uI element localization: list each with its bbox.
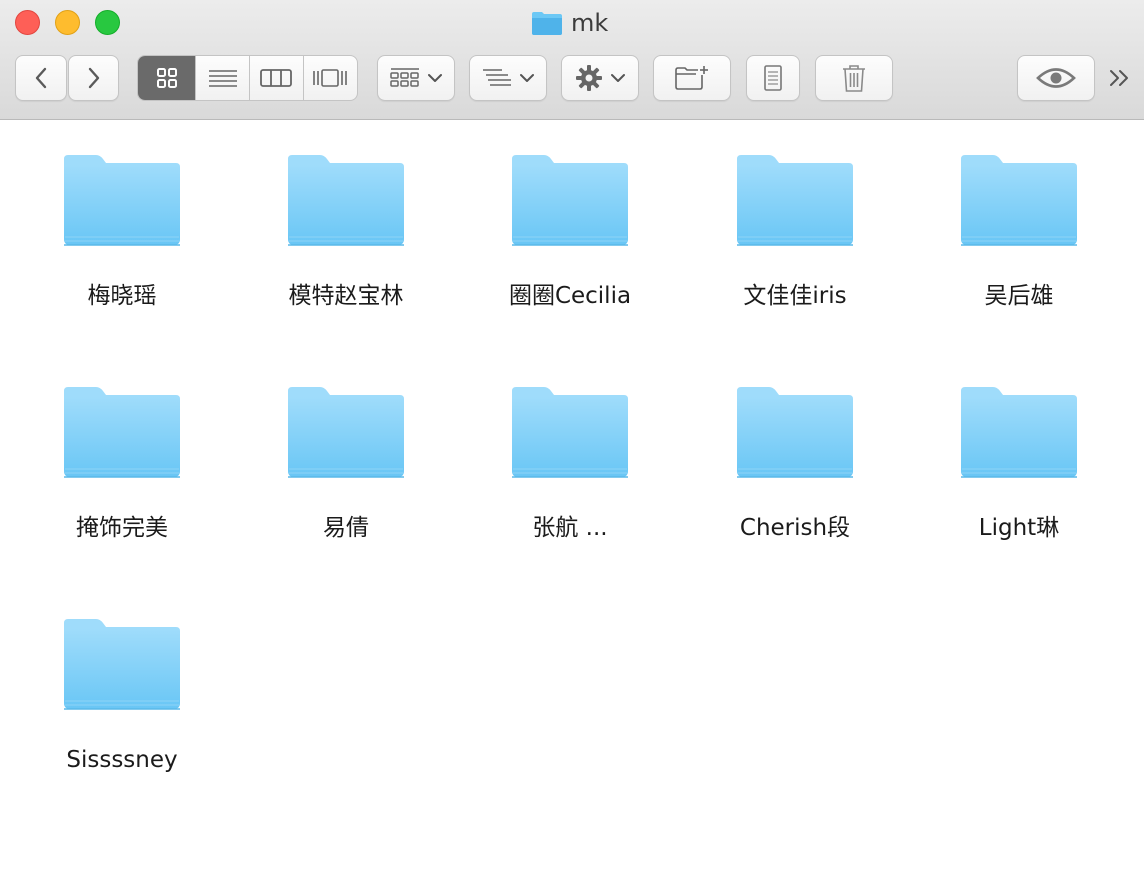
folder-item[interactable]: 掩饰完美 [10,353,234,553]
icon-view-button[interactable] [138,56,196,100]
sort-button[interactable] [469,55,547,101]
folder-label: 掩饰完美 [76,515,168,541]
document-icon [764,65,782,91]
folder-icon [288,387,404,478]
chevron-down-icon [520,74,534,82]
folder-item[interactable]: 模特赵宝林 [234,121,458,321]
cover-flow-icon [313,69,348,87]
columns-icon [260,69,293,87]
folder-item[interactable]: 易倩 [234,353,458,553]
column-view-button[interactable] [248,56,303,100]
folder-label: 梅晓瑶 [87,283,157,309]
view-mode-control [137,55,358,101]
folder-label: 易倩 [323,515,369,541]
folder-item[interactable]: 圈圈Cecilia [458,121,682,321]
folder-icon [737,155,853,246]
folder-icon-grid: 梅晓瑶 模特赵宝林 圈圈Cecilia 文佳佳iris 吴后雄掩饰完美 易倩 张航 ... C… [0,121,1144,872]
gear-icon [576,65,602,91]
folder-icon [64,155,180,246]
arrange-button[interactable] [377,55,455,101]
folder-icon [512,387,628,478]
window-title-text: mk [571,9,609,37]
folder-label: 文佳佳iris [743,283,847,309]
folder-item[interactable]: Sissssney [10,585,234,785]
folder-item[interactable]: 吴后雄 [907,121,1131,321]
sort-lines-icon [483,69,511,86]
folder-label: 模特赵宝林 [288,283,404,309]
toolbar-area: mk [0,0,1144,120]
folder-label: Sissssney [66,747,178,773]
folder-label: 吴后雄 [984,283,1054,309]
icon-grid-icon [156,68,177,88]
folder-item[interactable]: 张航 ... [458,353,682,553]
folder-icon [961,387,1077,478]
toolbar-overflow-button[interactable] [1106,62,1134,94]
double-chevron-right-icon [1110,70,1128,86]
minimize-window-button[interactable] [55,10,80,35]
action-button[interactable] [561,55,639,101]
chevron-right-icon [88,67,99,89]
get-info-button[interactable] [746,55,800,101]
folder-icon [288,155,404,246]
list-view-button[interactable] [195,56,249,100]
folder-item[interactable]: 梅晓瑶 [10,121,234,321]
folder-label: 圈圈Cecilia [508,283,632,309]
folder-icon [64,387,180,478]
finder-window: mk 梅晓瑶 模特赵宝林 圈圈Cecilia 文佳佳iris 吴后雄 掩饰完美 … [0,0,1144,872]
zoom-window-button[interactable] [95,10,120,35]
cover-flow-view-button[interactable] [302,56,358,100]
folder-label: 张航 ... [532,515,608,541]
chevron-down-icon [428,74,442,82]
window-title: mk [531,8,608,38]
quick-look-button[interactable] [1017,55,1095,101]
new-folder-icon [675,66,708,90]
close-window-button[interactable] [15,10,40,35]
move-to-trash-button[interactable] [815,55,893,101]
new-folder-button[interactable] [653,55,731,101]
back-button[interactable] [15,55,67,101]
folder-item[interactable]: 文佳佳iris [683,121,907,321]
chevron-left-icon [35,67,47,89]
arrange-grid-icon [390,68,419,87]
folder-icon [64,619,180,710]
folder-icon [532,12,562,35]
trash-icon [843,65,865,92]
folder-icon [961,155,1077,246]
list-lines-icon [208,70,237,87]
folder-item[interactable]: Light琳 [907,353,1131,553]
forward-button[interactable] [68,55,119,101]
folder-label: Cherish段 [739,515,851,541]
eye-icon [1036,68,1076,88]
folder-item[interactable]: Cherish段 [683,353,907,553]
folder-icon [512,155,628,246]
folder-icon [737,387,853,478]
folder-label: Light琳 [978,515,1060,541]
chevron-down-icon [611,74,625,82]
